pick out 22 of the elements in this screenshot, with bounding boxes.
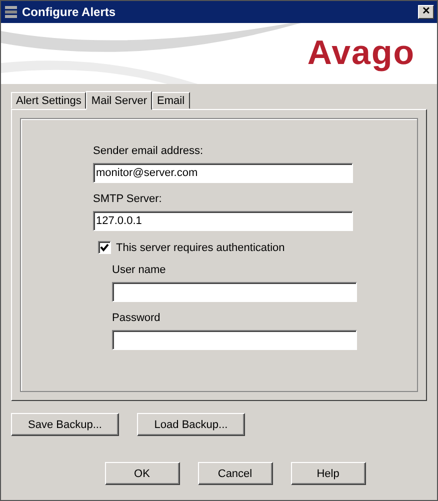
tab[interactable]: Alert Settings: [11, 92, 86, 109]
checkbox-label: This server requires authentication: [116, 242, 285, 254]
tab[interactable]: Mail Server: [86, 91, 152, 110]
field-label: Sender email address:: [93, 145, 204, 157]
smtp-server-field[interactable]: 127.0.0.1: [93, 211, 353, 231]
window-title: Configure Alerts: [22, 5, 117, 19]
tab[interactable]: Email: [152, 92, 190, 109]
dialog-button[interactable]: OK: [104, 462, 180, 485]
dialog-button[interactable]: Cancel: [198, 462, 272, 485]
field-label: SMTP Server:: [93, 193, 163, 205]
checkbox[interactable]: [98, 241, 111, 254]
username-field[interactable]: [112, 282, 357, 302]
field-label: User name: [112, 264, 167, 276]
backup-button[interactable]: Save Backup...: [11, 413, 119, 436]
backup-button[interactable]: Load Backup...: [137, 413, 245, 436]
server-icon: [4, 5, 18, 19]
logo: Avago: [307, 34, 415, 73]
close-button[interactable]: ✕: [418, 5, 434, 19]
dialog-button[interactable]: Help: [290, 462, 366, 485]
field-label: Password: [112, 312, 162, 324]
sender-email-field[interactable]: monitor@server.com: [93, 163, 353, 183]
password-field[interactable]: [112, 330, 357, 350]
